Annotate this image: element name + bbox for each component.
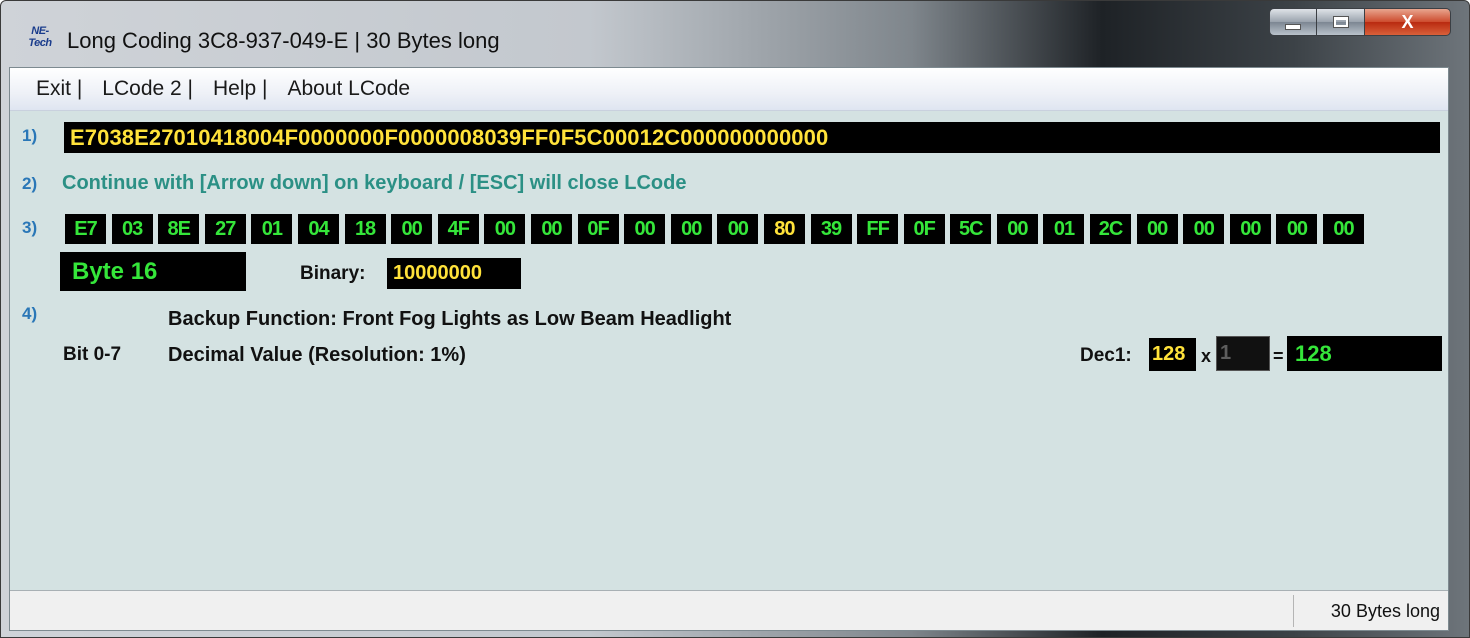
bit-range-label: Bit 0-7 [63,344,122,365]
byte-cell[interactable]: 00 [1136,214,1178,244]
byte-cell[interactable]: 00 [391,214,433,244]
byte-cell[interactable]: 00 [996,214,1038,244]
byte-cell[interactable]: 27 [204,214,246,244]
status-text: 30 Bytes long [1330,601,1440,621]
byte-cell[interactable]: 04 [297,214,339,244]
byte-row: E7 03 8E 27 01 04 18 00 4F 00 00 0F 00 00 00 80 39 FF 0F 5C… [65,214,1445,244]
close-icon: X [1401,11,1414,32]
value-description: Decimal Value (Resolution: 1%) [168,344,466,366]
menu-about[interactable]: About LCode [287,77,410,101]
multiplier-input[interactable]: 1 [1216,336,1270,371]
byte-cell[interactable]: 00 [1323,214,1365,244]
menu-lcode2[interactable]: LCode 2 | [102,77,193,101]
byte-cell[interactable]: 01 [1043,214,1085,244]
window-title: Long Coding 3C8-937-049-E | 30 Bytes lon… [67,28,500,53]
coding-string-field[interactable]: E7038E27010418004F0000000F0000008039FF0F… [64,122,1440,153]
section2-label: 2) [22,174,38,193]
status-separator [1293,595,1294,627]
byte-cell[interactable]: FF [857,214,899,244]
app-logo-icon: NE- Tech [25,25,55,53]
byte-cell[interactable]: 00 [670,214,712,244]
equals-symbol: = [1273,346,1284,366]
byte-cell[interactable]: 03 [111,214,153,244]
byte-cell[interactable]: 01 [251,214,293,244]
menu-bar: Exit | LCode 2 | Help | About LCode [10,68,1448,111]
byte-cell[interactable]: 00 [717,214,759,244]
dec-value-input[interactable]: 128 [1149,338,1196,371]
byte-cell[interactable]: 00 [484,214,526,244]
minimize-button[interactable] [1269,8,1317,36]
function-title: Backup Function: Front Fog Lights as Low… [168,308,732,330]
byte-cell[interactable]: 18 [344,214,386,244]
byte-cell[interactable]: 5C [950,214,992,244]
byte-cell[interactable]: 00 [530,214,572,244]
times-symbol: x [1201,346,1212,366]
dec-label: Dec1: [1080,345,1132,366]
close-button[interactable]: X [1365,8,1451,36]
app-window: NE- Tech Long Coding 3C8-937-049-E | 30 … [0,0,1470,638]
binary-value[interactable]: 10000000 [387,258,521,289]
byte-cell[interactable]: E7 [65,214,106,244]
section3-label: 3) [22,218,38,237]
menu-help[interactable]: Help | [213,77,267,101]
menu-exit[interactable]: Exit | [36,77,82,101]
byte-cell[interactable]: 8E [158,214,200,244]
section4-label: 4) [22,304,38,323]
app-logo-line1: NE- [31,25,49,37]
navigation-hint: Continue with [Arrow down] on keyboard /… [62,172,687,194]
byte-cell[interactable]: 39 [810,214,852,244]
client-area: Exit | LCode 2 | Help | About LCode 1) E… [9,67,1449,631]
title-bar[interactable]: NE- Tech Long Coding 3C8-937-049-E | 30 … [1,1,1469,67]
window-controls: X [1269,8,1451,38]
byte-cell[interactable]: 00 [624,214,666,244]
selected-byte-label: Byte 16 [60,252,246,291]
status-bar: 30 Bytes long [10,590,1448,630]
byte-cell[interactable]: 00 [1183,214,1225,244]
binary-label: Binary: [300,263,366,284]
section1-label: 1) [22,126,38,145]
maximize-button[interactable] [1317,8,1365,36]
byte-cell[interactable]: 00 [1229,214,1271,244]
byte-cell[interactable]: 00 [1276,214,1318,244]
result-value: 128 [1287,336,1442,371]
byte-cell[interactable]: 4F [437,214,479,244]
byte-cell[interactable]: 0F [577,214,619,244]
byte-cell[interactable]: 0F [903,214,945,244]
byte-cell[interactable]: 80 [763,214,805,244]
app-logo-line2: Tech [28,37,52,49]
byte-cell[interactable]: 2C [1090,214,1132,244]
minimize-icon [1285,24,1301,30]
maximize-icon [1332,16,1349,28]
